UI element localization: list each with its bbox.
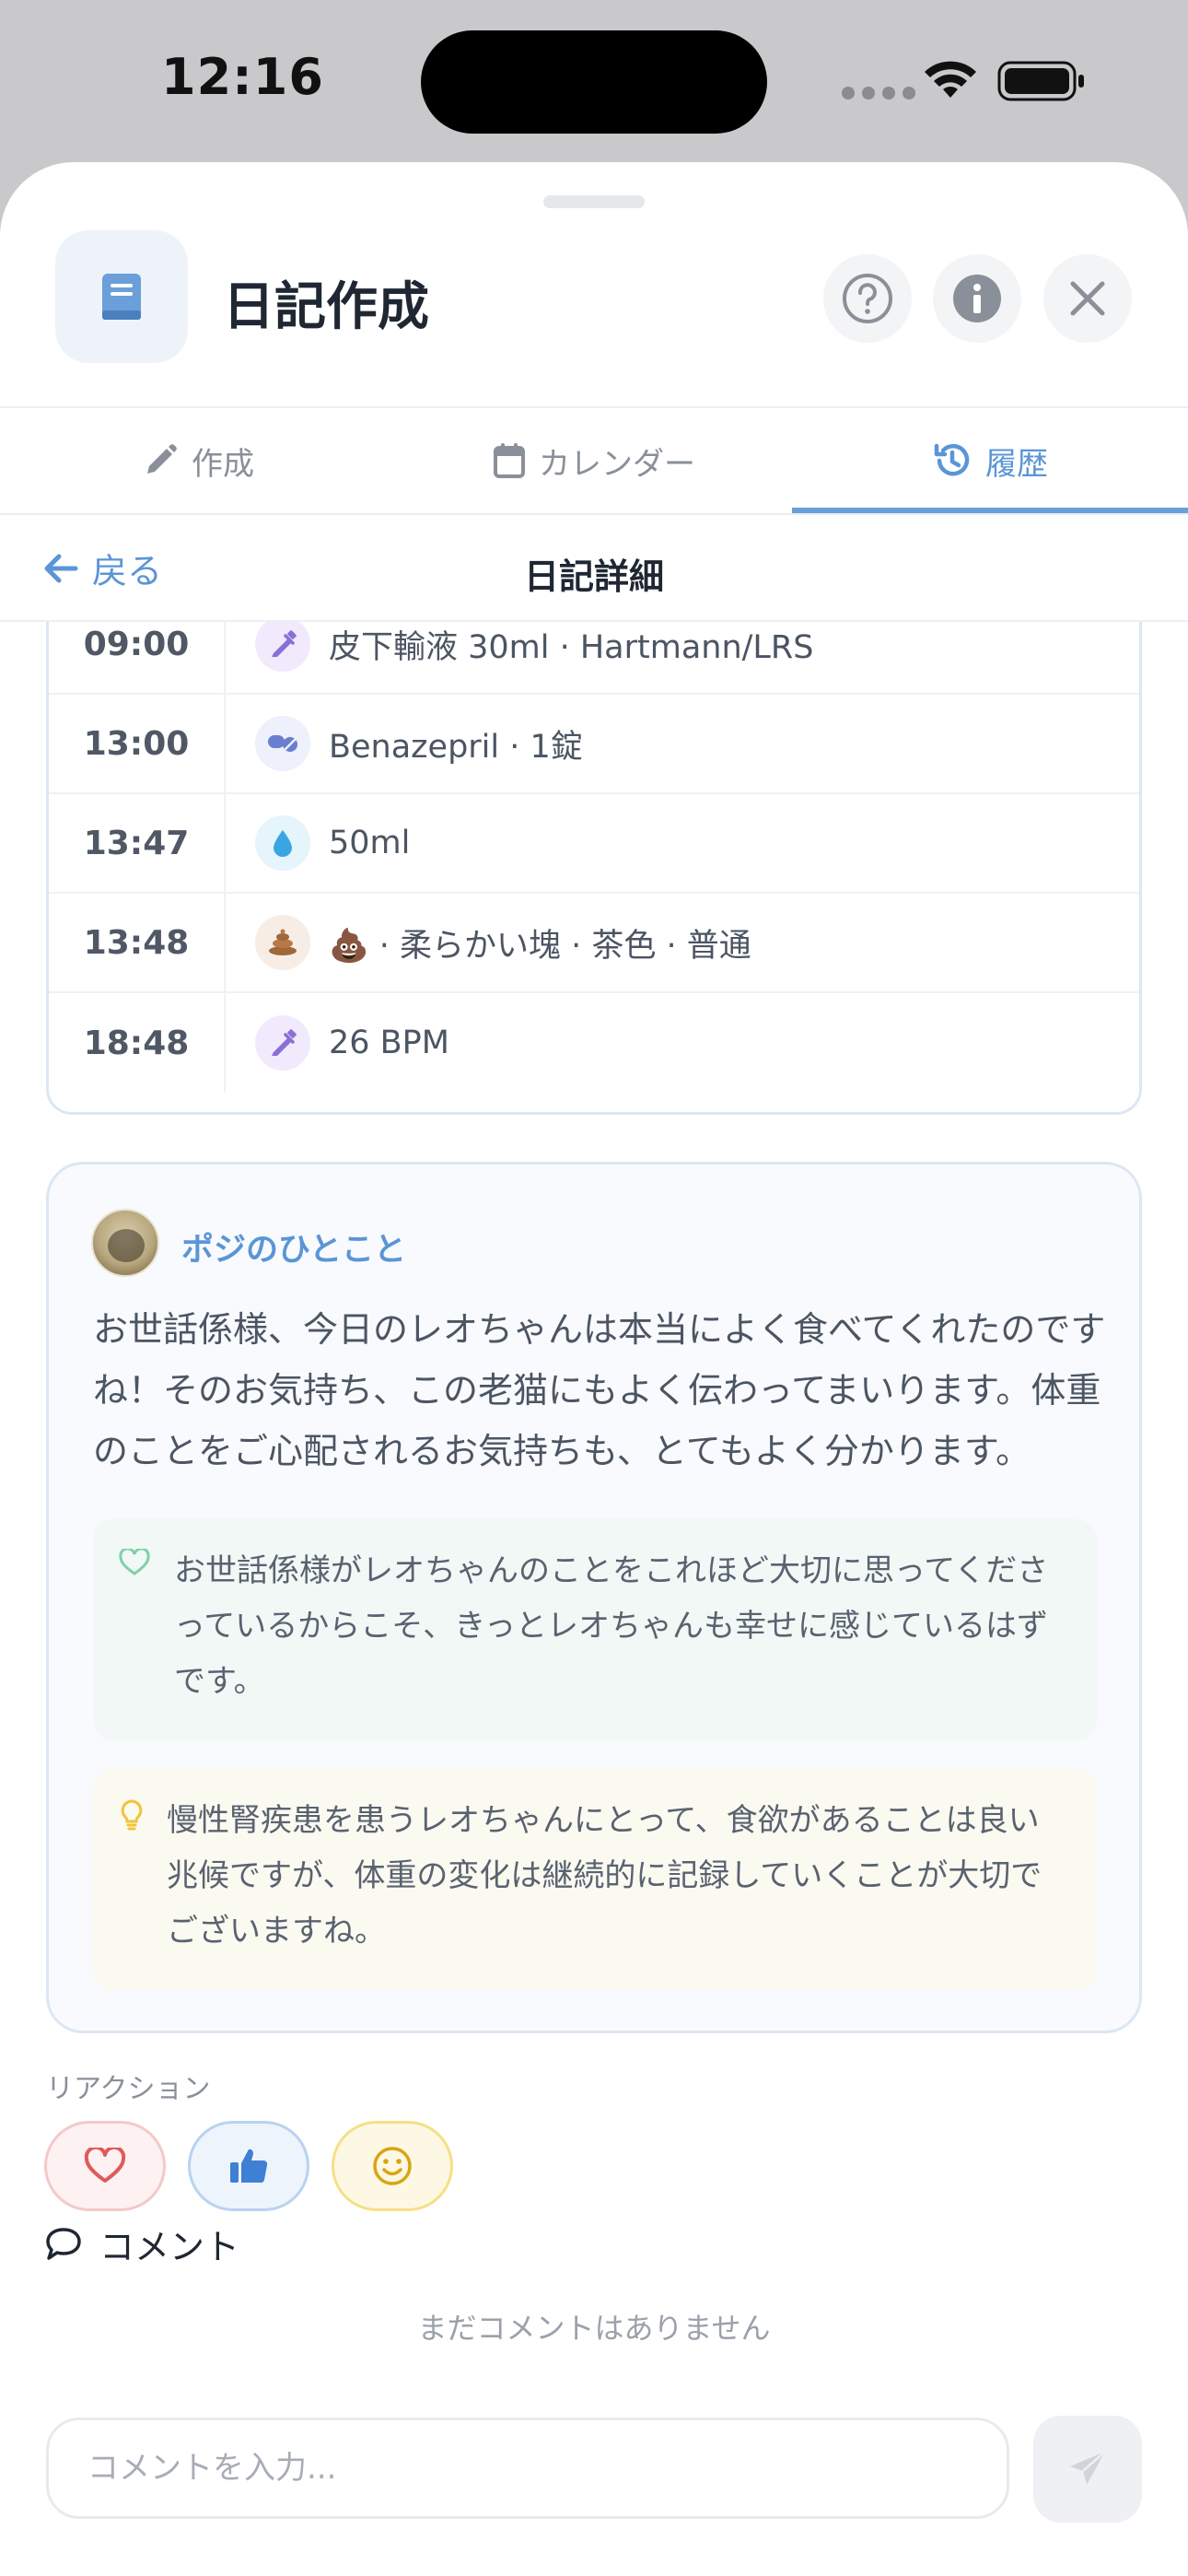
back-button[interactable]: 戻る — [42, 543, 162, 593]
timeline-time: 18:48 — [49, 993, 226, 1093]
smile-icon — [373, 2147, 412, 2185]
cellular-signal-icon — [842, 87, 915, 100]
tab-label: 履歴 — [985, 445, 1048, 483]
timeline-table: 09:00 皮下輸液 30ml · Hartmann/LRS 13:00 Ben… — [46, 622, 1142, 1115]
send-button[interactable] — [1033, 2416, 1142, 2523]
calendar-icon — [494, 443, 525, 478]
tip-note: 慢性腎疾患を患うレオちゃんにとって、食欲があることは良い兆候ですが、体重の変化は… — [93, 1769, 1097, 1990]
tab-history[interactable]: 履歴 — [792, 408, 1188, 513]
timeline-time: 13:47 — [49, 794, 226, 892]
timeline-text: Benazepril · 1錠 — [329, 728, 583, 766]
syringe-icon — [255, 622, 310, 672]
syringe-icon — [255, 1015, 310, 1071]
dynamic-island — [421, 30, 767, 134]
arrow-left-icon — [44, 554, 78, 582]
reaction-thumbs-up-button[interactable] — [188, 2121, 309, 2211]
timeline-time: 13:48 — [49, 894, 226, 991]
timeline-row[interactable]: 09:00 皮下輸液 30ml · Hartmann/LRS — [49, 622, 1139, 695]
heart-icon — [84, 2148, 126, 2183]
tab-label: 作成 — [192, 445, 254, 483]
tab-bar: 作成 カレンダー 履歴 — [0, 408, 1188, 513]
tab-create[interactable]: 作成 — [0, 408, 396, 513]
timeline-time: 09:00 — [49, 622, 226, 693]
comment-title: コメント — [99, 2227, 240, 2267]
wifi-icon — [925, 61, 976, 98]
pencil-icon — [147, 444, 177, 474]
close-button[interactable] — [1043, 254, 1132, 343]
back-label: 戻る — [92, 551, 163, 591]
help-icon — [843, 274, 892, 323]
thumbs-up-icon — [230, 2149, 268, 2184]
heart-outline-icon — [119, 1549, 150, 1575]
timeline-text: 💩 · 柔らかい塊 · 茶色 · 普通 — [329, 927, 751, 965]
note-text: お世話係様がレオちゃんのことをこれほど大切に思ってくださっているからこそ、きっと… — [174, 1552, 1049, 1700]
send-icon — [1070, 2451, 1106, 2485]
page-title: 日記作成 — [223, 277, 429, 337]
info-button[interactable] — [933, 254, 1021, 343]
avatar — [91, 1209, 159, 1277]
note-text: 慢性腎疾患を患うレオちゃんにとって、食欲があることは良い兆候ですが、体重の変化は… — [167, 1802, 1042, 1950]
close-icon — [1070, 281, 1105, 316]
book-icon — [55, 230, 188, 363]
posi-name: ポジのひとこと — [181, 1232, 406, 1269]
pill-icon — [255, 716, 310, 771]
info-icon — [953, 275, 1001, 322]
timeline-time: 13:00 — [49, 695, 226, 792]
detail-title: 日記詳細 — [523, 556, 664, 597]
timeline-row[interactable]: 18:48 26 BPM — [49, 993, 1139, 1093]
battery-icon — [997, 61, 1084, 101]
reaction-heart-button[interactable] — [44, 2121, 166, 2211]
reaction-smile-button[interactable] — [332, 2121, 453, 2211]
help-button[interactable] — [823, 254, 912, 343]
timeline-text: 26 BPM — [329, 1025, 449, 1061]
posi-message: お世話係様、今日のレオちゃんは本当によく食べてくれたのですね！そのお気持ち、この… — [93, 1309, 1106, 1471]
history-icon — [934, 443, 970, 476]
lightbulb-icon — [121, 1799, 143, 1831]
timeline-row[interactable]: 13:47 50ml — [49, 794, 1139, 894]
diary-sheet: 日記作成 作成 カレンダー 履歴 日記詳細 戻る 09:00 皮下輸液 30ml… — [0, 162, 1188, 2576]
tab-label: カレンダー — [539, 445, 695, 483]
reaction-label: リアクション — [46, 2073, 211, 2105]
status-time: 12:16 — [161, 48, 324, 106]
chat-bubble-icon — [46, 2227, 81, 2260]
encouragement-note: お世話係様がレオちゃんのことをこれほど大切に思ってくださっているからこそ、きっと… — [93, 1519, 1097, 1740]
poop-icon — [255, 915, 310, 970]
timeline-text: 50ml — [329, 825, 411, 861]
posi-comment-card: ポジのひとこと お世話係様、今日のレオちゃんは本当によく食べてくれたのですね！そ… — [46, 1162, 1142, 2033]
empty-comments-text: まだコメントはありません — [417, 2311, 771, 2346]
timeline-row[interactable]: 13:00 Benazepril · 1錠 — [49, 695, 1139, 794]
timeline-viewport: 09:00 皮下輸液 30ml · Hartmann/LRS 13:00 Ben… — [0, 622, 1188, 1119]
detail-header: 日記詳細 戻る — [0, 515, 1188, 621]
comment-input[interactable] — [46, 2418, 1009, 2519]
timeline-row[interactable]: 13:48 💩 · 柔らかい塊 · 茶色 · 普通 — [49, 894, 1139, 993]
sheet-header: 日記作成 — [0, 162, 1188, 406]
tab-calendar[interactable]: カレンダー — [396, 408, 792, 513]
status-bar: 12:16 — [0, 0, 1188, 161]
timeline-text: 皮下輸液 30ml · Hartmann/LRS — [329, 628, 814, 666]
water-drop-icon — [255, 815, 310, 871]
comment-header: コメント — [44, 2219, 239, 2269]
